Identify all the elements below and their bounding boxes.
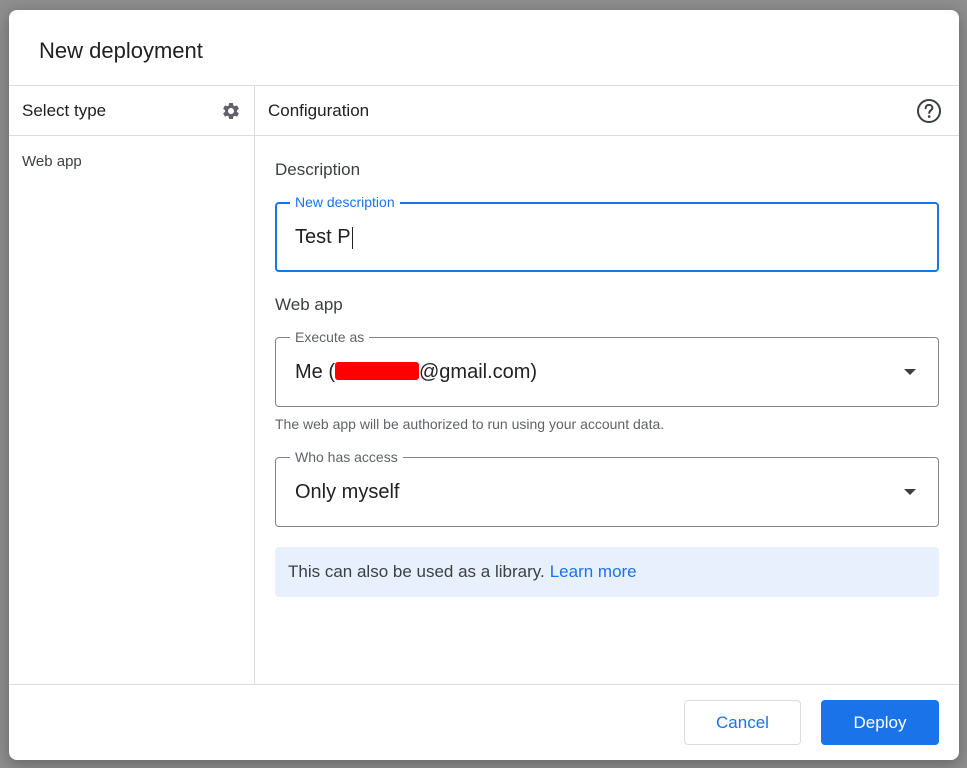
select-type-title: Select type <box>22 100 107 120</box>
text-cursor <box>351 226 353 249</box>
library-info-box: This can also be used as a library. Lear… <box>275 547 939 597</box>
footer-divider <box>9 684 959 685</box>
library-info-text: This can also be used as a library. <box>288 562 545 581</box>
execute-as-prefix: Me ( <box>295 361 335 383</box>
chevron-down-icon[interactable] <box>904 369 916 375</box>
who-has-access-value: Only myself <box>295 481 400 503</box>
cancel-button[interactable]: Cancel <box>684 700 801 745</box>
who-has-access-select[interactable]: Who has access Only myself <box>275 448 939 527</box>
description-section-label: Description <box>275 160 361 179</box>
execute-as-suffix: @gmail.com) <box>419 361 538 383</box>
select-type-pane: Select type Web app <box>9 86 255 684</box>
dialog-title: New deployment <box>39 38 203 63</box>
description-input-value[interactable]: Test P <box>295 226 353 249</box>
new-deployment-dialog: New deployment Select type Web app Confi… <box>9 10 959 760</box>
who-has-access-label: Who has access <box>290 448 403 466</box>
select-type-header: Select type <box>9 86 254 136</box>
execute-as-hint: The web app will be authorized to run us… <box>275 416 665 432</box>
description-input[interactable]: New description Test P <box>275 193 939 272</box>
configuration-pane: Configuration Description New descriptio… <box>255 86 959 684</box>
execute-as-label: Execute as <box>290 328 370 346</box>
chevron-down-icon[interactable] <box>904 489 916 495</box>
deploy-button[interactable]: Deploy <box>821 700 939 745</box>
execute-as-value: Me ( @gmail.com) <box>295 361 537 384</box>
description-input-label: New description <box>290 193 400 211</box>
configuration-title: Configuration <box>268 100 370 120</box>
learn-more-link[interactable]: Learn more <box>550 562 637 582</box>
execute-as-select[interactable]: Execute as Me ( @gmail.com) <box>275 328 939 407</box>
configuration-header: Configuration <box>255 86 959 136</box>
description-text: Test P <box>295 226 351 248</box>
webapp-section-label: Web app <box>275 295 343 314</box>
gear-icon[interactable] <box>220 100 242 122</box>
redacted-email <box>335 361 419 380</box>
type-item-web-app[interactable]: Web app <box>9 136 254 186</box>
help-icon[interactable] <box>915 97 943 125</box>
